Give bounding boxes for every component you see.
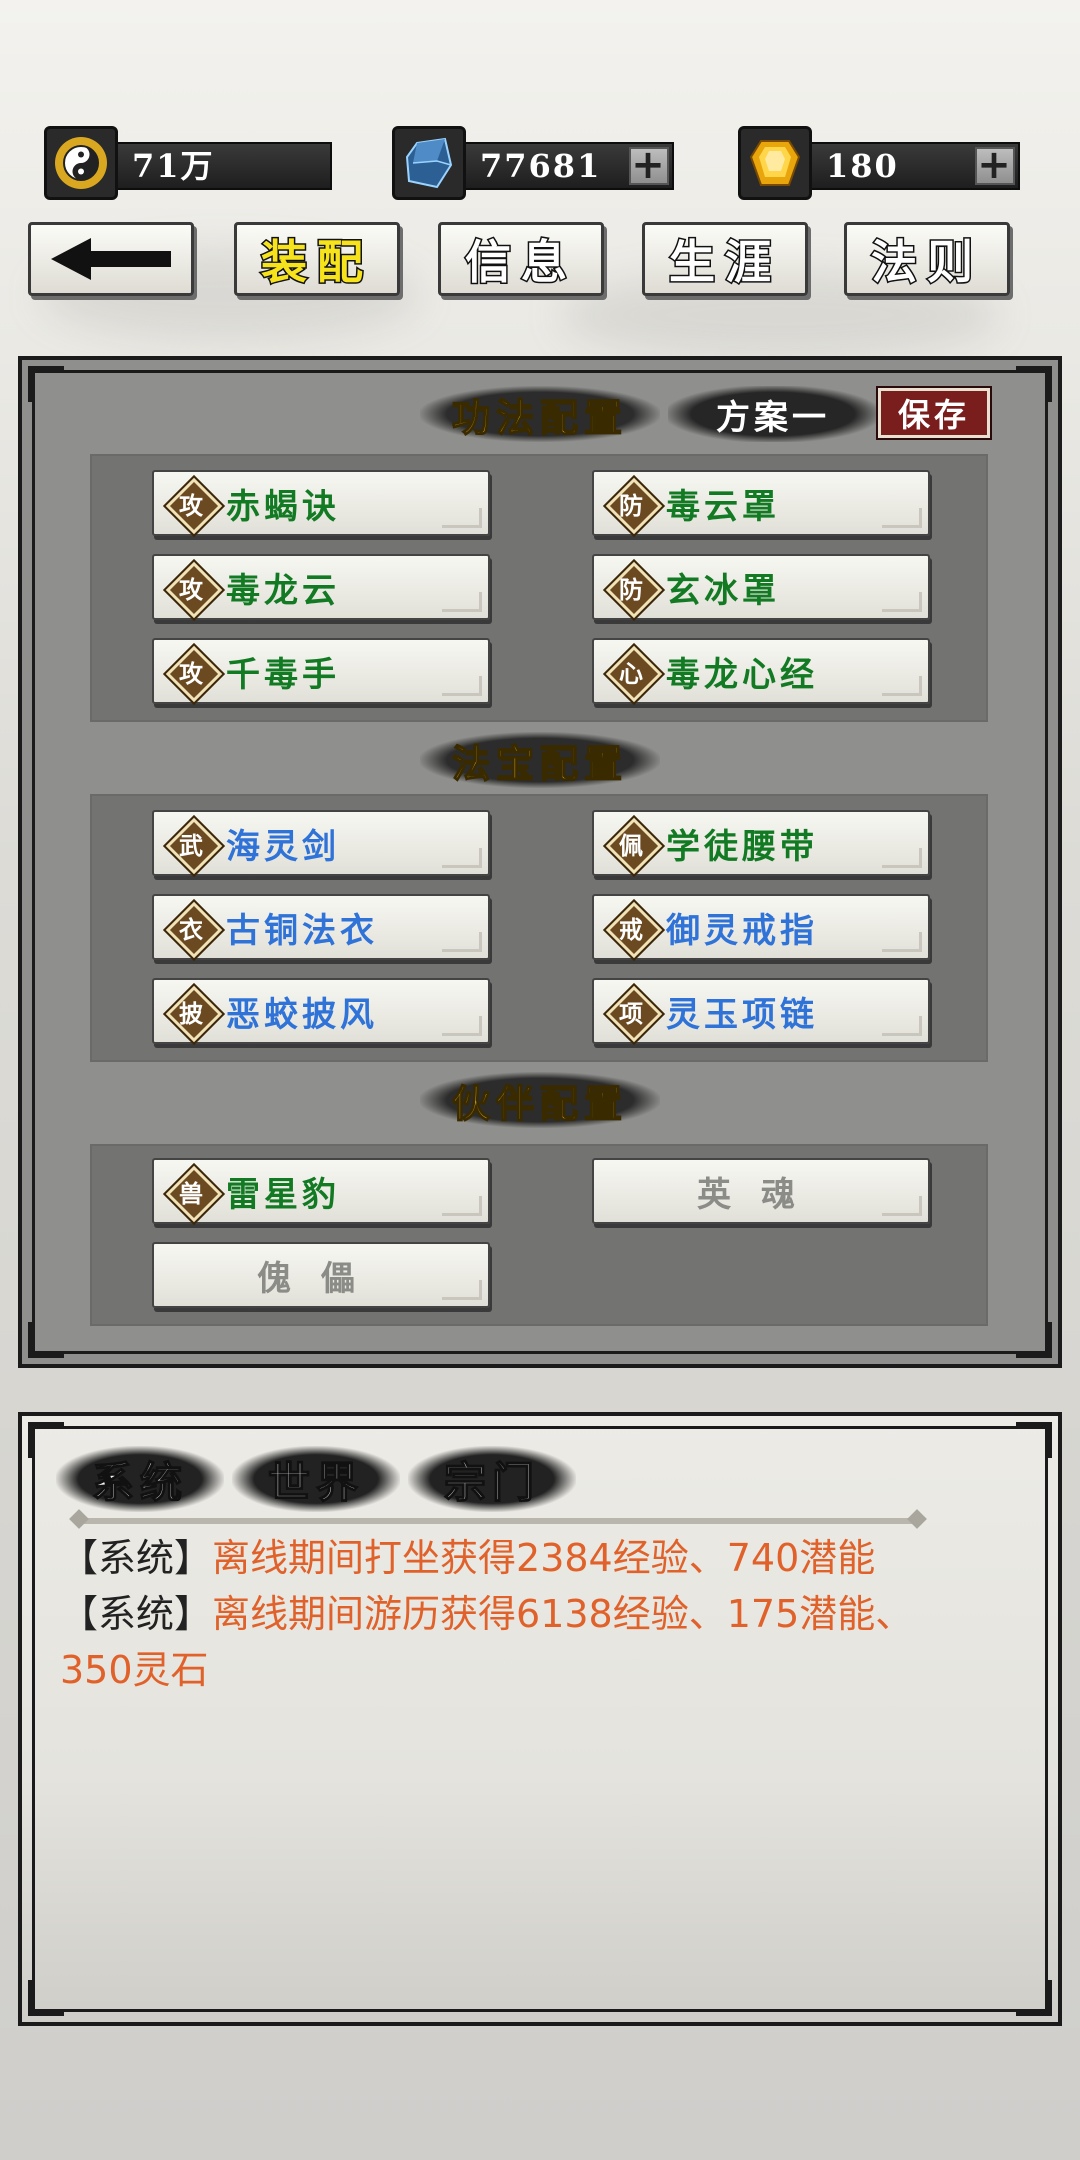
slot-type-tag: 衣 [179, 914, 203, 944]
slot-name: 毒云罩 [666, 486, 780, 527]
technique-slot[interactable]: 防毒云罩 [592, 470, 930, 536]
slot-name: 赤蝎诀 [226, 486, 340, 527]
chat-divider [78, 1518, 918, 1524]
tab-career[interactable]: 生涯 [642, 222, 808, 296]
frame-corner [1016, 1980, 1052, 2016]
partners-title: 伙伴配置 [420, 1072, 660, 1128]
technique-slot[interactable]: 攻千毒手 [152, 638, 490, 704]
slot-name: 玄冰罩 [666, 570, 780, 611]
treasure-slot[interactable]: 衣古铜法衣 [152, 894, 490, 960]
log-channel: 【系统】 [60, 1536, 213, 1580]
tab-rules[interactable]: 法则 [844, 222, 1010, 296]
chat-tab-system[interactable]: 系统 [56, 1446, 224, 1512]
slot-type-tag: 项 [619, 998, 643, 1028]
technique-slot[interactable]: 防玄冰罩 [592, 554, 930, 620]
techniques-title: 功法配置 [420, 386, 660, 442]
tab-equip[interactable]: 装配 [234, 222, 400, 296]
technique-slot[interactable]: 攻赤蝎诀 [152, 470, 490, 536]
frame-corner [28, 1980, 64, 2016]
slot-name: 学徒腰带 [666, 826, 818, 867]
slot-type-tag: 防 [619, 490, 643, 520]
slot-placeholder: 傀儡 [257, 1258, 385, 1299]
frame-corner [1016, 366, 1052, 402]
slot-type-tag: 武 [179, 830, 203, 860]
crystal-bar: 77681 + [458, 142, 674, 190]
back-arrow-icon [51, 238, 171, 280]
slot-type-tag: 披 [179, 998, 203, 1028]
partner-slot-empty[interactable]: 英魂 [592, 1158, 930, 1224]
frame-corner [28, 366, 64, 402]
slot-name: 古铜法衣 [226, 910, 378, 951]
slot-type-tag: 攻 [179, 658, 203, 688]
cultivation-value: 71万 [110, 142, 332, 190]
tab-info[interactable]: 信息 [438, 222, 604, 296]
slot-name: 毒龙云 [226, 570, 340, 611]
slot-type-tag: 防 [619, 574, 643, 604]
slot-type-tag: 攻 [179, 574, 203, 604]
save-button[interactable]: 保存 [876, 386, 992, 440]
gold-bar: 180 + [804, 142, 1020, 190]
slot-name: 雷星豹 [226, 1174, 340, 1215]
treasure-slot[interactable]: 佩学徒腰带 [592, 810, 930, 876]
partner-slot[interactable]: 兽雷星豹 [152, 1158, 490, 1224]
log-line: 【系统】离线期间游历获得6138经验、175潜能、350灵石 [60, 1586, 980, 1698]
treasure-slot[interactable]: 披恶蛟披风 [152, 978, 490, 1044]
add-gold-button[interactable]: + [975, 145, 1015, 185]
slot-name: 灵玉项链 [666, 994, 818, 1035]
chat-log: 【系统】离线期间打坐获得2384经验、740潜能 【系统】离线期间游历获得613… [60, 1530, 980, 1698]
technique-slot[interactable]: 心毒龙心经 [592, 638, 930, 704]
chat-tab-sect[interactable]: 宗门 [408, 1446, 576, 1512]
slot-type-tag: 兽 [179, 1178, 203, 1208]
treasure-slot[interactable]: 戒御灵戒指 [592, 894, 930, 960]
treasure-slot[interactable]: 项灵玉项链 [592, 978, 930, 1044]
slot-placeholder: 英魂 [697, 1174, 825, 1215]
back-button[interactable] [28, 222, 194, 296]
scheme-selector[interactable]: 方案一 [668, 386, 878, 442]
slot-type-tag: 攻 [179, 490, 203, 520]
frame-corner [1016, 1322, 1052, 1358]
slot-name: 海灵剑 [226, 826, 340, 867]
chat-tab-world[interactable]: 世界 [232, 1446, 400, 1512]
slot-name: 毒龙心经 [666, 654, 818, 695]
partner-slot-empty[interactable]: 傀儡 [152, 1242, 490, 1308]
treasures-title: 法宝配置 [420, 732, 660, 788]
log-line: 【系统】离线期间打坐获得2384经验、740潜能 [60, 1530, 980, 1586]
slot-type-tag: 戒 [619, 914, 643, 944]
treasure-slot[interactable]: 武海灵剑 [152, 810, 490, 876]
slot-type-tag: 心 [619, 658, 643, 688]
slot-name: 御灵戒指 [666, 910, 818, 951]
blue-crystal-icon [392, 126, 466, 200]
frame-corner [28, 1322, 64, 1358]
gold-ingot-icon [738, 126, 812, 200]
add-crystal-button[interactable]: + [629, 145, 669, 185]
crystal-value: 77681 [480, 147, 602, 185]
log-text: 离线期间打坐获得2384经验、740潜能 [212, 1536, 876, 1580]
slot-name: 千毒手 [226, 654, 340, 695]
panel-frame [32, 1426, 1048, 2012]
technique-slot[interactable]: 攻毒龙云 [152, 554, 490, 620]
slot-name: 恶蛟披风 [226, 994, 378, 1035]
yin-yang-icon [44, 126, 118, 200]
log-channel: 【系统】 [60, 1592, 213, 1636]
slot-type-tag: 佩 [619, 830, 643, 860]
frame-corner [1016, 1422, 1052, 1458]
gold-value: 180 [826, 147, 899, 185]
